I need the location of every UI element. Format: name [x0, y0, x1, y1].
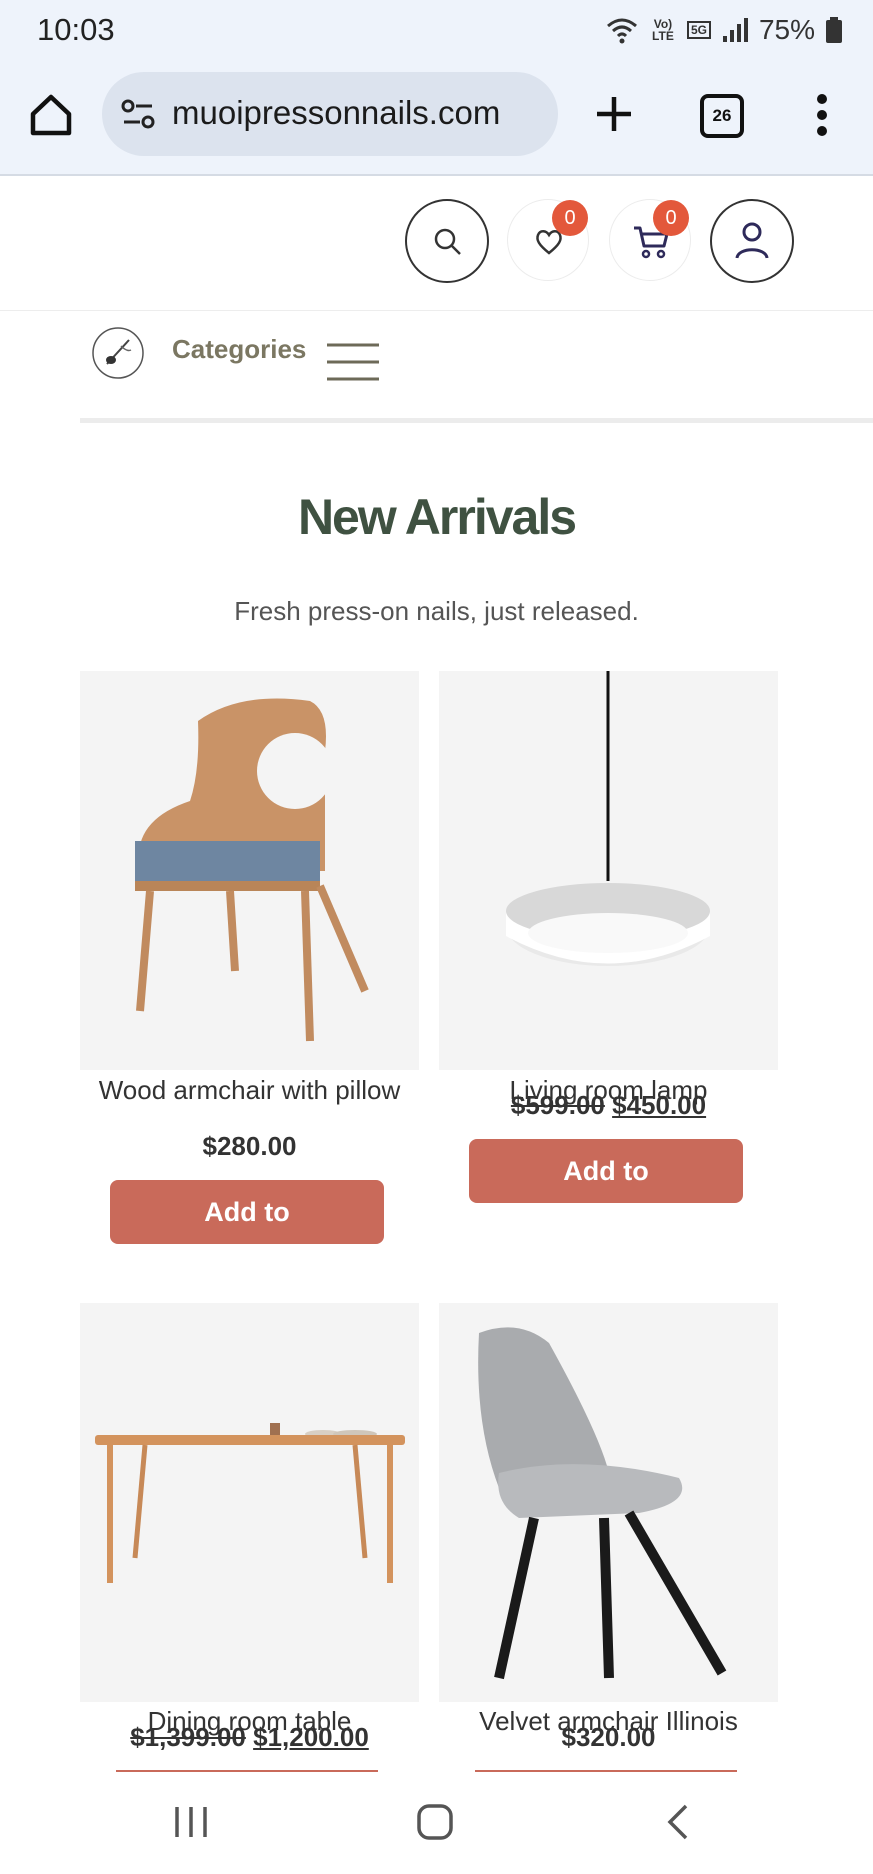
product-current-price: $280.00 [202, 1131, 297, 1161]
product-name[interactable]: Wood armchair with pillow [80, 1070, 419, 1110]
more-menu-icon[interactable] [812, 92, 832, 138]
wishlist-count-badge: 0 [552, 200, 588, 236]
new-tab-icon[interactable] [594, 94, 634, 134]
section-title: New Arrivals [297, 489, 577, 545]
velvet-chair-image [478, 1327, 727, 1680]
status-icons: Vo) LTE 5G 75% [605, 14, 843, 46]
product-current-price: $320.00 [561, 1722, 656, 1752]
wifi-icon [606, 18, 637, 44]
cart-count-badge: 0 [653, 200, 689, 236]
product-card-image[interactable] [439, 671, 778, 1070]
home-nav-icon[interactable] [416, 1803, 454, 1841]
add-to-cart-button[interactable] [116, 1770, 378, 1772]
product-old-price: $599.00 [510, 1090, 605, 1120]
search-icon [434, 228, 461, 255]
battery-icon [826, 17, 842, 43]
network-5g-label: 5G [686, 21, 711, 39]
battery-percent: 75% [758, 14, 815, 45]
dining-table-image [95, 1423, 405, 1583]
product-card-image[interactable] [439, 1303, 778, 1702]
account-button[interactable] [710, 199, 794, 283]
home-icon[interactable] [28, 92, 74, 138]
search-button[interactable] [405, 199, 489, 283]
add-to-cart-button[interactable]: Add to [110, 1180, 384, 1244]
product-current-price: $1,200.00 [253, 1722, 369, 1752]
pendant-lamp-image [506, 671, 710, 966]
header-divider [0, 310, 873, 311]
url-text: muoipressonnails.com [172, 94, 501, 131]
status-time: 10:03 [37, 12, 115, 47]
system-nav-bar [0, 1775, 873, 1874]
recent-apps-icon[interactable] [172, 1805, 210, 1839]
signal-icon [722, 18, 748, 42]
product-price: $280.00 [80, 1131, 419, 1162]
product-price: $599.00 $450.00 [439, 1090, 778, 1121]
tabs-icon[interactable]: 26 [700, 94, 744, 138]
product-card-image[interactable] [80, 671, 419, 1070]
product-price: $320.00 [439, 1722, 778, 1753]
add-to-cart-button[interactable]: Add to [469, 1139, 743, 1203]
section-subtitle: Fresh press-on nails, just released. [234, 596, 639, 626]
product-price: $1,399.00 $1,200.00 [80, 1722, 419, 1753]
categories-label[interactable]: Categories [172, 334, 306, 365]
account-icon [735, 222, 769, 259]
address-bar[interactable]: muoipressonnails.com [102, 72, 558, 156]
product-old-price: $1,399.00 [130, 1722, 246, 1752]
wood-armchair-image [135, 698, 369, 1042]
add-to-cart-button[interactable] [475, 1770, 737, 1772]
site-settings-icon[interactable] [120, 96, 156, 132]
categories-bar-divider [80, 418, 873, 423]
product-current-price: $450.00 [612, 1090, 707, 1120]
network-type-label: Vo) LTE [652, 17, 674, 43]
product-card-image[interactable] [80, 1303, 419, 1702]
hamburger-icon[interactable] [326, 340, 380, 384]
logo-icon[interactable] [91, 326, 145, 380]
back-icon[interactable] [664, 1803, 692, 1841]
